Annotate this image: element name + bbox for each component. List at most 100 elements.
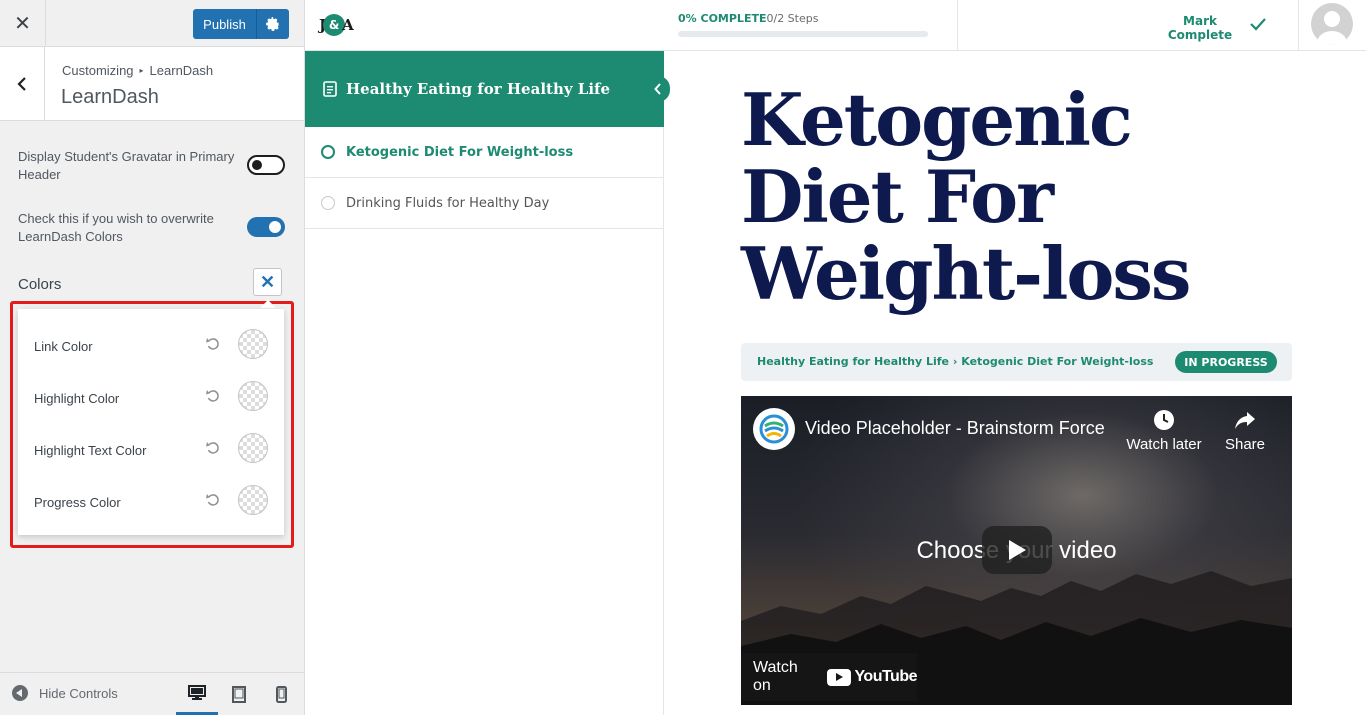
colors-heading: Colors xyxy=(18,276,62,293)
collapse-arrow-icon xyxy=(12,685,28,701)
course-heading[interactable]: Healthy Eating for Healthy Life xyxy=(305,51,664,127)
breadcrumb-root: Customizing xyxy=(62,63,134,78)
close-icon: ✕ xyxy=(14,12,31,35)
back-button[interactable] xyxy=(0,47,45,120)
section-header: Customizing ▸ LearnDash LearnDash xyxy=(0,47,304,121)
progress-color-label: Progress Color xyxy=(34,495,121,510)
progress-text: 0% COMPLETE0/2 Steps xyxy=(678,12,938,25)
desktop-icon xyxy=(188,684,206,700)
chevron-left-icon xyxy=(17,76,26,91)
publish-button[interactable]: Publish xyxy=(193,9,257,39)
play-icon xyxy=(1009,540,1026,560)
preview-mobile-button[interactable] xyxy=(260,673,302,715)
watch-later-button[interactable]: Watch later xyxy=(1124,408,1204,453)
gravatar-option-label: Display Student's Gravatar in Primary He… xyxy=(18,149,235,182)
gear-icon xyxy=(266,17,280,31)
lesson-title: Drinking Fluids for Healthy Day xyxy=(346,195,550,211)
youtube-logo: YouTube xyxy=(827,668,917,686)
lesson-status-icon xyxy=(321,196,335,210)
mark-complete-button[interactable]: Mark Complete xyxy=(1165,14,1235,42)
breadcrumb-current: LearnDash xyxy=(149,63,214,78)
colors-panel: Link Color Highlight Color Highlight Tex… xyxy=(18,309,284,535)
link-color-swatch[interactable] xyxy=(238,329,268,359)
highlight-color-label: Highlight Color xyxy=(34,391,120,406)
divider xyxy=(1298,0,1299,51)
share-label: Share xyxy=(1224,436,1266,453)
youtube-wordmark: YouTube xyxy=(854,668,917,685)
gravatar-toggle[interactable] xyxy=(247,155,285,175)
highlight-color-swatch[interactable] xyxy=(238,381,268,411)
lesson-heading: Ketogenic Diet For Weight-loss xyxy=(741,77,1191,316)
video-title[interactable]: Video Placeholder - Brainstorm Force xyxy=(805,418,1105,439)
publish-settings-button[interactable] xyxy=(257,9,289,39)
youtube-play-icon xyxy=(827,668,852,686)
user-avatar[interactable] xyxy=(1311,3,1353,45)
breadcrumb-course-link[interactable]: Healthy Eating for Healthy Life xyxy=(757,355,949,368)
collapse-sidebar-button[interactable] xyxy=(646,76,670,102)
undo-icon[interactable] xyxy=(205,440,221,456)
lesson-status-icon xyxy=(321,145,335,159)
course-progress: 0% COMPLETE0/2 Steps xyxy=(678,12,938,37)
lesson-topbar: J & A 0% COMPLETE0/2 Steps Mark Complete xyxy=(305,0,1366,51)
status-badge: IN PROGRESS xyxy=(1175,351,1277,373)
preview-desktop-button[interactable] xyxy=(176,673,218,715)
mobile-icon xyxy=(275,685,287,703)
highlight-text-color-row: Highlight Text Color xyxy=(18,428,284,472)
highlight-color-row: Highlight Color xyxy=(18,376,284,420)
preview-tablet-button[interactable] xyxy=(218,673,260,715)
divider xyxy=(957,0,958,51)
watch-later-label: Watch later xyxy=(1126,436,1202,453)
progress-percent: 0% COMPLETE xyxy=(678,12,767,25)
site-preview: J & A 0% COMPLETE0/2 Steps Mark Complete… xyxy=(305,0,1366,715)
watch-on-label: Watch on xyxy=(753,659,798,694)
breadcrumb: Customizing ▸ LearnDash xyxy=(62,63,213,78)
document-icon xyxy=(323,81,337,97)
progress-bar xyxy=(678,31,928,37)
popover-caret xyxy=(260,300,276,308)
link-color-label: Link Color xyxy=(34,339,93,354)
progress-steps: 0/2 Steps xyxy=(766,12,819,25)
toggle-knob xyxy=(269,221,281,233)
customizer-sidebar: ✕ Publish Customizing ▸ LearnDash LearnDas… xyxy=(0,0,305,715)
lesson-item[interactable]: Drinking Fluids for Healthy Day xyxy=(305,178,664,229)
play-button[interactable] xyxy=(982,526,1052,574)
breadcrumb-lesson-link[interactable]: Ketogenic Diet For Weight-loss xyxy=(961,355,1153,368)
video-embed[interactable]: Video Placeholder - Brainstorm Force Wat… xyxy=(741,396,1292,705)
share-button[interactable]: Share xyxy=(1205,408,1285,453)
tablet-icon xyxy=(232,685,246,703)
undo-icon[interactable] xyxy=(205,336,221,352)
highlight-text-color-swatch[interactable] xyxy=(238,433,268,463)
lesson-title: Ketogenic Diet For Weight-loss xyxy=(346,144,574,160)
section-title: LearnDash xyxy=(61,86,159,108)
hide-controls-button[interactable]: Hide Controls xyxy=(12,685,118,701)
lesson-breadcrumb-bar: Healthy Eating for Healthy Life › Ketoge… xyxy=(741,343,1292,381)
toggle-knob xyxy=(252,160,262,170)
breadcrumb-separator-icon: ▸ xyxy=(139,66,144,75)
channel-logo[interactable] xyxy=(753,408,795,450)
progress-color-swatch[interactable] xyxy=(238,485,268,515)
overwrite-colors-toggle[interactable] xyxy=(247,217,285,237)
undo-icon[interactable] xyxy=(205,388,221,404)
close-customizer-button[interactable]: ✕ xyxy=(0,0,46,46)
course-title: Healthy Eating for Healthy Life xyxy=(346,80,611,98)
site-logo[interactable]: J & A xyxy=(319,10,359,40)
progress-color-row: Progress Color xyxy=(18,480,284,524)
overwrite-colors-option-label: Check this if you wish to overwrite Lear… xyxy=(18,211,214,244)
clock-icon xyxy=(1154,410,1174,430)
customizer-header: ✕ Publish xyxy=(0,0,304,47)
publish-group: Publish xyxy=(193,9,289,39)
lesson-breadcrumb: Healthy Eating for Healthy Life › Ketoge… xyxy=(757,355,1153,368)
breadcrumb-separator: › xyxy=(952,355,958,368)
lesson-item-current[interactable]: Ketogenic Diet For Weight-loss xyxy=(305,127,664,178)
share-arrow-icon xyxy=(1235,412,1255,429)
colors-close-button[interactable]: ✕ xyxy=(253,268,282,296)
channel-logo-icon xyxy=(759,414,789,444)
chevron-left-icon xyxy=(654,83,661,95)
close-icon: ✕ xyxy=(259,271,276,292)
undo-icon[interactable] xyxy=(205,492,221,508)
highlight-text-color-label: Highlight Text Color xyxy=(34,443,147,458)
watch-on-youtube-button[interactable]: Watch on YouTube xyxy=(741,653,917,701)
checkmark-icon[interactable] xyxy=(1247,13,1269,35)
link-color-row: Link Color xyxy=(18,324,284,368)
lesson-navigation: Healthy Eating for Healthy Life Ketogeni… xyxy=(305,51,670,715)
